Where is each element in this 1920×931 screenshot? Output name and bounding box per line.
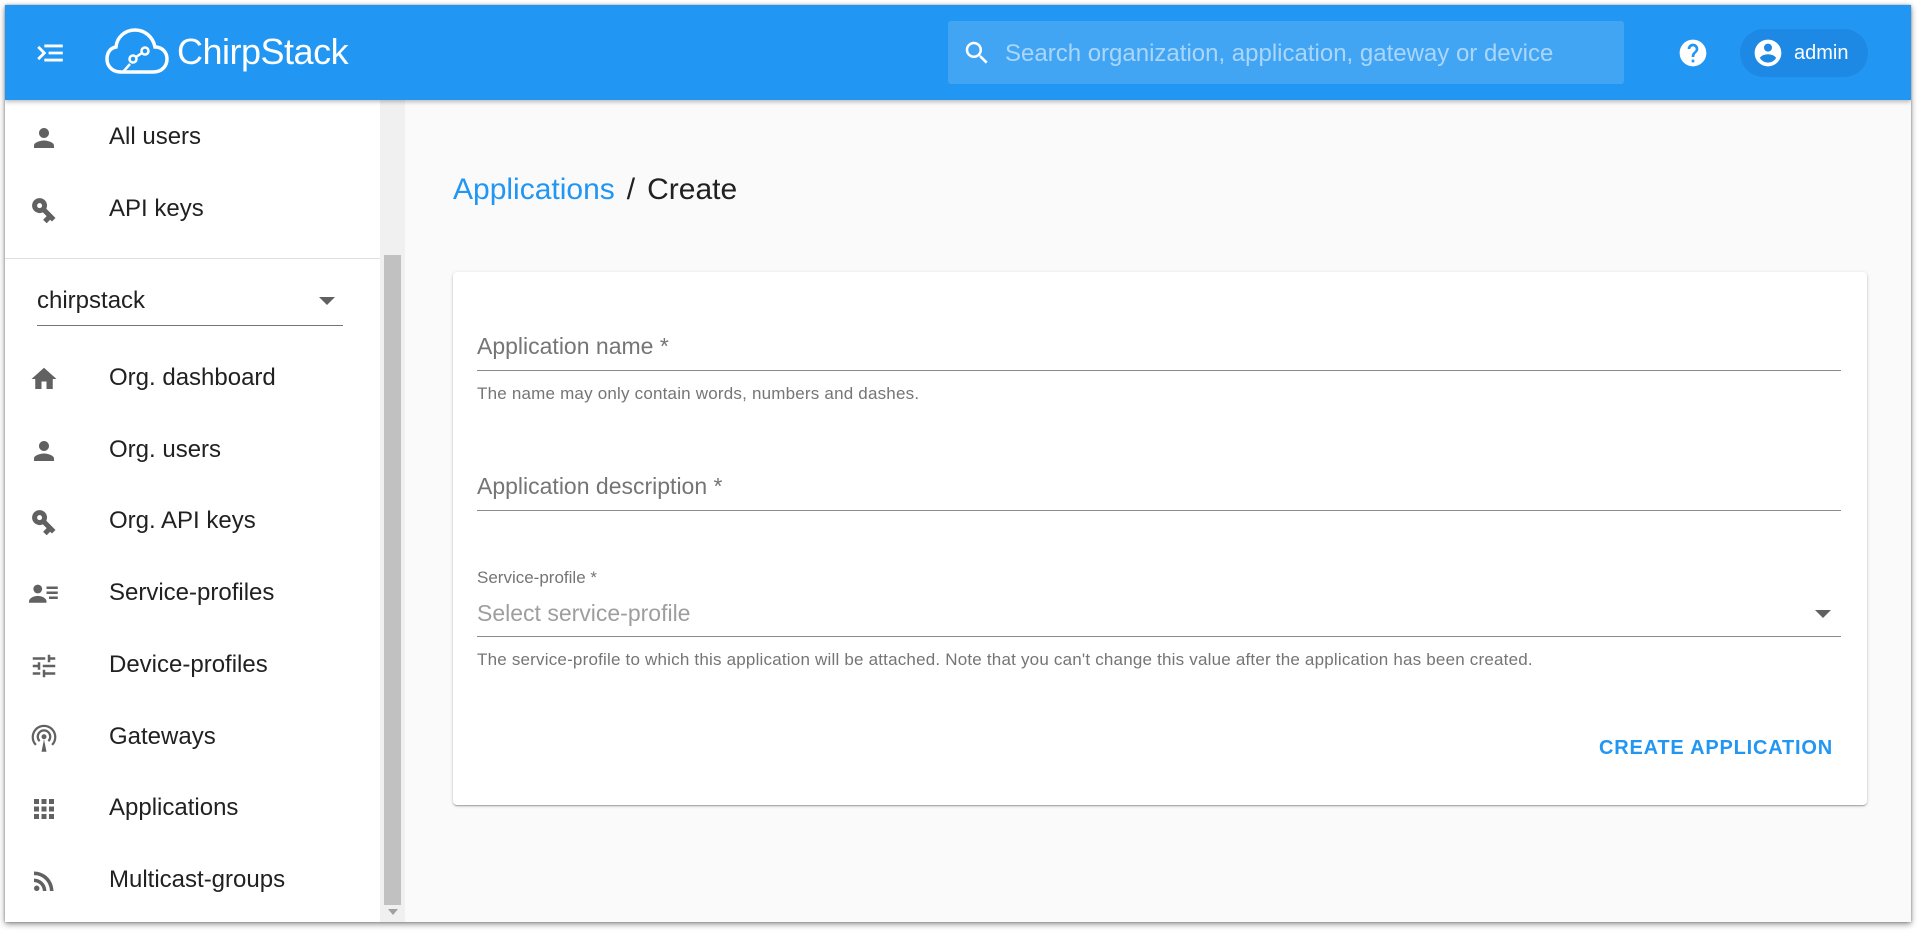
sidebar-item-service-profiles[interactable]: Service-profiles bbox=[5, 563, 380, 623]
sidebar-item-label: Applications bbox=[109, 794, 239, 821]
create-application-button[interactable]: CREATE APPLICATION bbox=[1593, 722, 1849, 774]
tune-icon bbox=[32, 654, 56, 678]
menu-collapse-icon[interactable] bbox=[33, 36, 67, 70]
user-menu-button[interactable]: admin bbox=[1740, 29, 1868, 77]
sidebar-item-org-dashboard[interactable]: Org. dashboard bbox=[5, 348, 380, 408]
sidebar-item-label: Org. dashboard bbox=[109, 364, 276, 391]
sidebar-item-gateways[interactable]: Gateways bbox=[5, 707, 380, 767]
search-input[interactable] bbox=[1003, 21, 1607, 86]
sidebar-scrollbar[interactable] bbox=[380, 100, 405, 922]
sidebar-item-api-keys[interactable]: API keys bbox=[5, 179, 380, 239]
application-name-helper: The name may only contain words, numbers… bbox=[477, 384, 920, 403]
sidebar-item-label: Device-profiles bbox=[109, 651, 268, 678]
sidebar-item-multicast-groups[interactable]: Multicast-groups bbox=[5, 850, 380, 910]
sidebar-item-org-users[interactable]: Org. users bbox=[5, 420, 380, 480]
service-profile-helper: The service-profile to which this applic… bbox=[477, 650, 1533, 669]
sidebar: All users API keys chirpstack Org. dashb… bbox=[5, 100, 381, 922]
search-box[interactable] bbox=[948, 21, 1624, 86]
sidebar-divider bbox=[5, 258, 380, 259]
breadcrumb-separator: / bbox=[626, 173, 636, 206]
top-app-bar: ChirpStack admin bbox=[5, 5, 1911, 100]
app-window: ChirpStack admin All users API keys bbox=[5, 5, 1911, 922]
cloud-logo-icon bbox=[105, 28, 169, 74]
rss-icon bbox=[34, 871, 54, 891]
search-icon bbox=[965, 41, 988, 64]
service-profile-label: Service-profile * bbox=[477, 568, 597, 587]
person-icon bbox=[34, 441, 54, 461]
sidebar-item-label: Service-profiles bbox=[109, 579, 275, 606]
service-profile-placeholder: Select service-profile bbox=[477, 600, 691, 626]
breadcrumb: Applications / Create bbox=[453, 173, 737, 207]
sidebar-item-label: Org. users bbox=[109, 436, 222, 463]
organization-value: chirpstack bbox=[37, 287, 146, 314]
apps-icon bbox=[34, 799, 54, 819]
scroll-down-arrow-icon[interactable] bbox=[388, 909, 398, 915]
application-description-input[interactable] bbox=[477, 462, 1841, 511]
key-icon bbox=[32, 198, 56, 224]
account-details-icon bbox=[29, 584, 58, 603]
sidebar-item-device-profiles[interactable]: Device-profiles bbox=[5, 635, 380, 695]
person-icon bbox=[34, 128, 54, 148]
service-profile-select[interactable]: Select service-profile bbox=[477, 592, 1841, 637]
brand-logo[interactable]: ChirpStack bbox=[105, 25, 349, 79]
organization-select[interactable]: chirpstack bbox=[37, 275, 343, 326]
sidebar-item-all-users[interactable]: All users bbox=[5, 107, 380, 167]
create-application-form: The name may only contain words, numbers… bbox=[453, 272, 1867, 805]
breadcrumb-current: Create bbox=[647, 173, 738, 206]
sidebar-item-label: Multicast-groups bbox=[109, 866, 286, 893]
help-icon[interactable] bbox=[1677, 37, 1709, 69]
brand-name: ChirpStack bbox=[177, 31, 349, 72]
caret-down-icon bbox=[1815, 610, 1831, 618]
home-icon bbox=[31, 367, 57, 389]
key-icon bbox=[32, 510, 56, 536]
breadcrumb-applications-link[interactable]: Applications bbox=[453, 173, 615, 206]
access-point-icon bbox=[31, 724, 57, 752]
sidebar-item-label: API keys bbox=[109, 195, 204, 222]
sidebar-item-label: All users bbox=[109, 123, 202, 150]
scrollbar-thumb[interactable] bbox=[384, 255, 401, 905]
application-name-input[interactable] bbox=[477, 322, 1841, 371]
caret-down-icon bbox=[319, 297, 335, 305]
user-name: admin bbox=[1794, 41, 1849, 64]
account-circle-icon bbox=[1754, 39, 1782, 67]
sidebar-item-label: Gateways bbox=[109, 723, 216, 750]
sidebar-item-label: Org. API keys bbox=[109, 507, 256, 534]
sidebar-item-applications[interactable]: Applications bbox=[5, 778, 380, 838]
sidebar-item-org-api-keys[interactable]: Org. API keys bbox=[5, 491, 380, 551]
